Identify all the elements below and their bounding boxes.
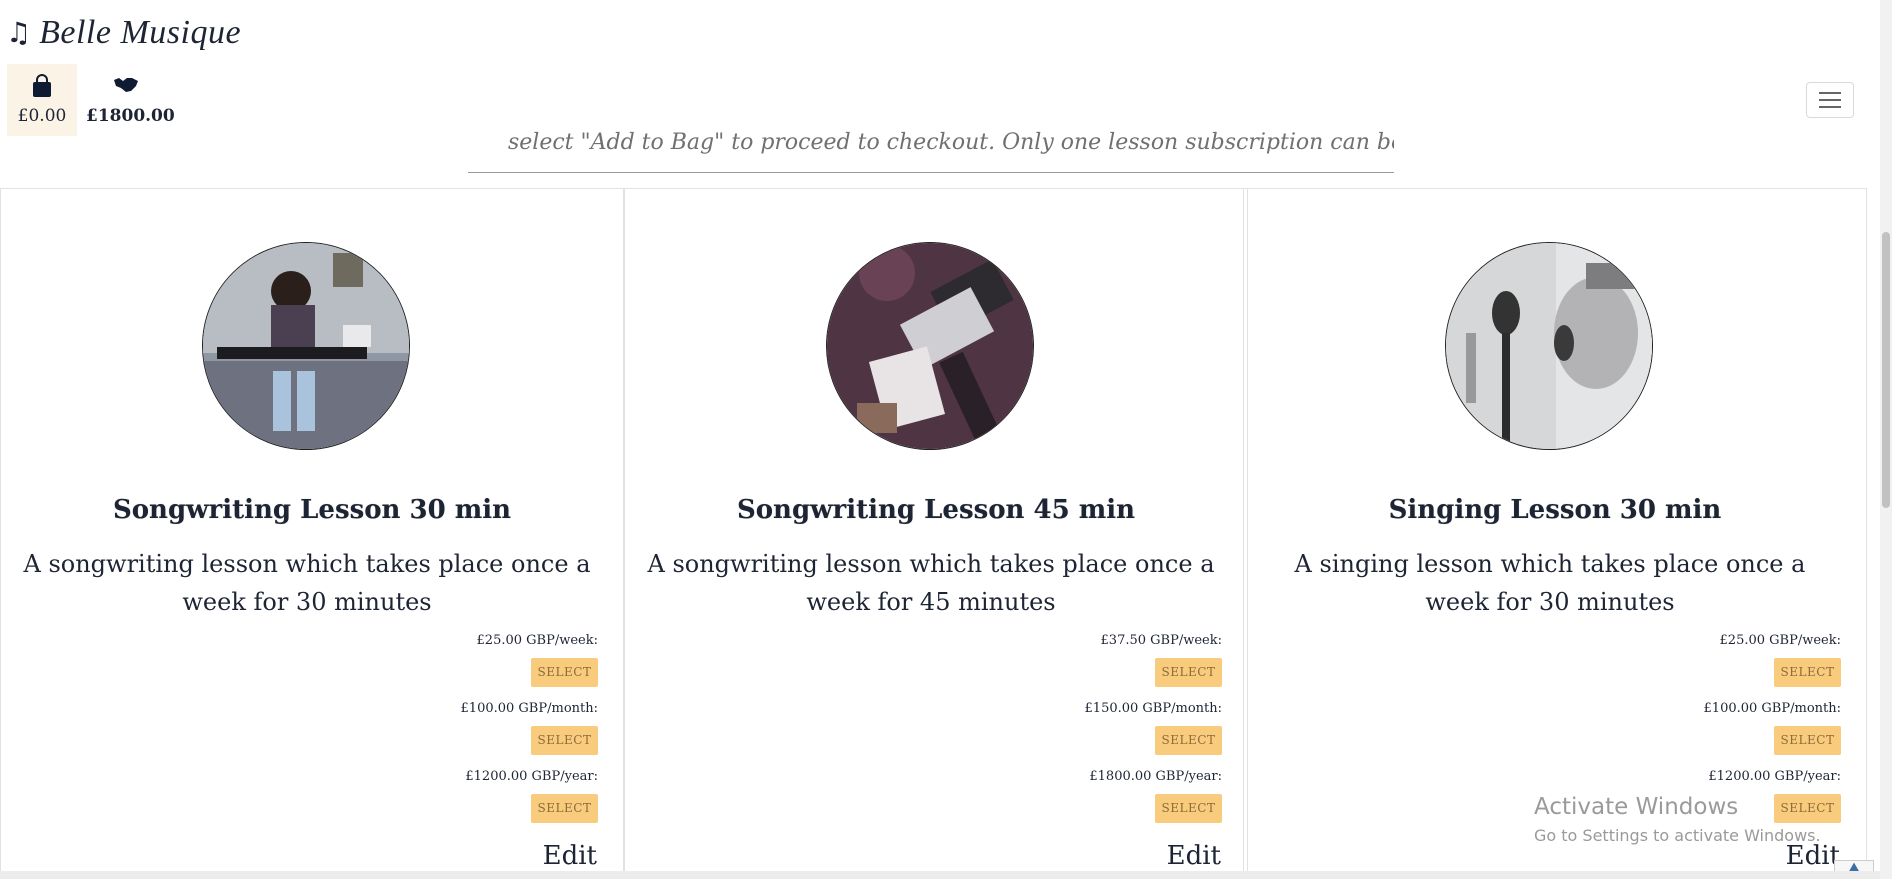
lesson-card: Songwriting Lesson 45 min A songwriting …: [624, 188, 1248, 879]
lesson-image: [1445, 242, 1653, 450]
lesson-image: [826, 242, 1034, 450]
select-month-button[interactable]: SELECT: [531, 726, 598, 755]
price-label-month: £150.00 GBP/month:: [1084, 701, 1222, 716]
shopping-bag-button[interactable]: £0.00: [7, 64, 77, 136]
lesson-image: [202, 242, 410, 450]
handshake-icon: [114, 78, 138, 92]
lesson-description: A songwriting lesson which takes place o…: [23, 550, 591, 616]
windows-activation-watermark: Activate Windows Go to Settings to activ…: [1534, 794, 1821, 845]
edit-link[interactable]: Edit: [1786, 841, 1840, 871]
lesson-title: Songwriting Lesson 45 min: [736, 495, 1136, 525]
price-label-week: £25.00 GBP/week:: [476, 633, 598, 648]
edit-link[interactable]: Edit: [543, 841, 597, 871]
subscription-total: £1800.00: [86, 106, 175, 126]
price-options: £37.50 GBP/week: SELECT £150.00 GBP/mont…: [1085, 631, 1222, 835]
watermark-subtitle: Go to Settings to activate Windows.: [1534, 826, 1821, 845]
lesson-title: Songwriting Lesson 30 min: [112, 495, 512, 525]
price-label-week: £25.00 GBP/week:: [1719, 633, 1841, 648]
music-note-icon: ♫: [6, 16, 32, 49]
price-label-month: £100.00 GBP/month:: [1703, 701, 1841, 716]
edit-link[interactable]: Edit: [1167, 841, 1221, 871]
hamburger-icon[interactable]: [1806, 82, 1854, 118]
price-label-year: £1200.00 GBP/year:: [465, 769, 598, 784]
horizontal-scrollbar[interactable]: [0, 871, 1880, 879]
vertical-scrollbar[interactable]: [1880, 0, 1892, 879]
price-label-month: £100.00 GBP/month:: [460, 701, 598, 716]
lesson-card: Singing Lesson 30 min A singing lesson w…: [1243, 188, 1867, 879]
select-week-button[interactable]: SELECT: [531, 658, 598, 687]
select-month-button[interactable]: SELECT: [1155, 726, 1222, 755]
bag-total: £0.00: [17, 106, 67, 126]
lesson-description: A singing lesson which takes place once …: [1294, 550, 1806, 616]
lesson-title: Singing Lesson 30 min: [1388, 495, 1722, 525]
brand-name: Belle Musique: [39, 14, 242, 51]
intro-text-block: select "Add to Bag" to proceed to checko…: [468, 126, 1394, 173]
lesson-description: A songwriting lesson which takes place o…: [647, 550, 1215, 616]
select-week-button[interactable]: SELECT: [1774, 658, 1841, 687]
watermark-title: Activate Windows: [1534, 794, 1739, 820]
select-year-button[interactable]: SELECT: [1155, 794, 1222, 823]
select-month-button[interactable]: SELECT: [1774, 726, 1841, 755]
price-options: £25.00 GBP/week: SELECT £100.00 GBP/mont…: [461, 631, 598, 835]
shopping-bag-icon: [33, 74, 51, 97]
select-week-button[interactable]: SELECT: [1155, 658, 1222, 687]
price-label-year: £1800.00 GBP/year:: [1089, 769, 1222, 784]
subscriptions-button[interactable]: £1800.00: [86, 64, 175, 136]
price-label-year: £1200.00 GBP/year:: [1708, 769, 1841, 784]
brand[interactable]: ♫ Belle Musique: [6, 14, 241, 52]
intro-text: select "Add to Bag" to proceed to checko…: [508, 130, 1394, 155]
lesson-card: Songwriting Lesson 30 min A songwriting …: [0, 188, 624, 879]
select-year-button[interactable]: SELECT: [531, 794, 598, 823]
scrollbar-thumb[interactable]: [1882, 232, 1890, 508]
price-label-week: £37.50 GBP/week:: [1100, 633, 1222, 648]
